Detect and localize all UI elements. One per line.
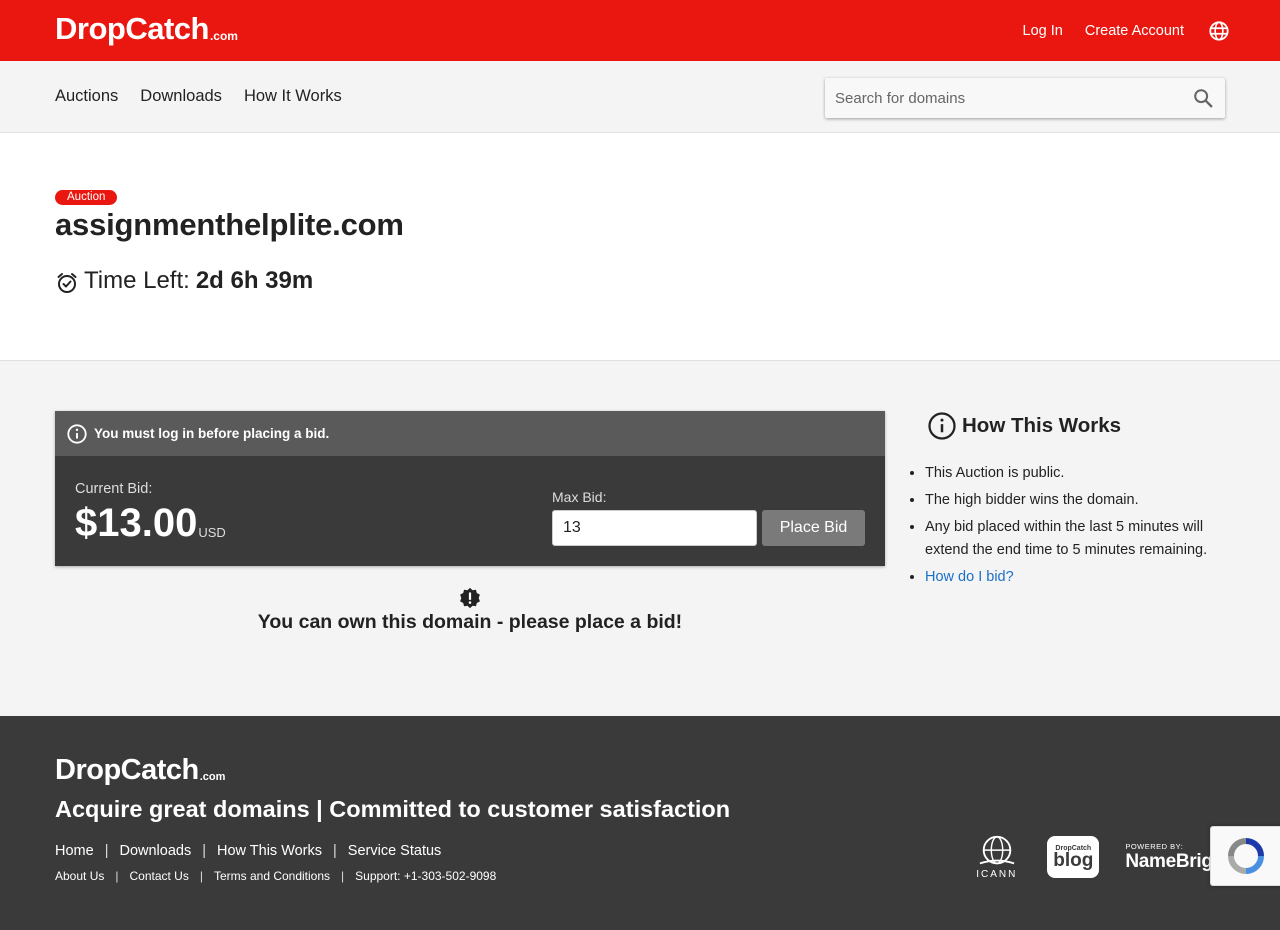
alert-badge-icon xyxy=(459,587,481,609)
footer: DropCatch .com Acquire great domains | C… xyxy=(0,716,1280,930)
time-left-label: Time Left: xyxy=(84,267,190,294)
account-links: Log In Create Account xyxy=(1001,0,1230,61)
logo-suffix-text: .com xyxy=(209,29,238,43)
auction-badge: Auction xyxy=(55,190,118,205)
max-bid-label: Max Bid: xyxy=(552,489,607,505)
search-box xyxy=(825,78,1225,118)
nav-auctions[interactable]: Auctions xyxy=(55,87,118,106)
icann-globe-icon xyxy=(979,835,1015,865)
current-bid-amount: $13.00 USD xyxy=(75,501,226,546)
time-left: Time Left: 2d 6h 39m xyxy=(55,267,313,295)
icann-label: ICANN xyxy=(976,869,1018,880)
divider: | xyxy=(199,869,203,883)
own-domain-text: You can own this domain - please place a… xyxy=(257,611,683,633)
time-left-value: 2d 6h 39m xyxy=(195,267,314,294)
footer-link-downloads[interactable]: Downloads xyxy=(119,843,191,859)
footer-link-service-status[interactable]: Service Status xyxy=(348,843,442,859)
footer-link-support-phone[interactable]: Support: +1-303-502-9098 xyxy=(355,869,496,883)
logo-main-text: DropCatch xyxy=(55,11,209,46)
current-bid-value: $13.00 xyxy=(75,501,198,545)
max-bid-input[interactable] xyxy=(552,510,757,546)
bid-panel: You must log in before placing a bid. Cu… xyxy=(55,411,885,566)
footer-link-home[interactable]: Home xyxy=(55,843,94,859)
auction-header: Auction assignmenthelplite.com Time Left… xyxy=(0,133,1280,361)
info-icon xyxy=(66,423,88,445)
alarm-clock-icon xyxy=(55,271,79,295)
footer-tagline: Acquire great domains | Committed to cus… xyxy=(55,796,731,822)
footer-logo[interactable]: DropCatch .com xyxy=(55,754,225,786)
footer-badges: ICANN DropCatch blog POWERED BY: NameBri… xyxy=(976,834,1230,880)
nav-downloads[interactable]: Downloads xyxy=(140,87,222,106)
footer-logo-suffix: .com xyxy=(199,771,226,783)
footer-links-primary: Home | Downloads | How This Works | Serv… xyxy=(55,843,441,859)
currency-label: USD xyxy=(198,525,226,540)
divider: | xyxy=(333,843,337,859)
divider: | xyxy=(202,843,206,859)
blog-big-text: blog xyxy=(1053,849,1094,871)
list-item: How do I bid? xyxy=(925,566,1235,589)
own-domain-message: You can own this domain - please place a… xyxy=(55,587,885,634)
footer-link-terms[interactable]: Terms and Conditions xyxy=(214,869,330,883)
list-item: Any bid placed within the last 5 minutes… xyxy=(925,516,1235,562)
footer-link-how-this-works[interactable]: How This Works xyxy=(217,843,322,859)
search-icon[interactable] xyxy=(1181,78,1225,118)
domain-title: assignmenthelplite.com xyxy=(55,207,404,242)
place-bid-button[interactable]: Place Bid xyxy=(762,510,865,546)
how-this-works-list: This Auction is public. The high bidder … xyxy=(905,462,1235,589)
how-this-works-title: How This Works xyxy=(962,414,1122,437)
recaptcha-badge[interactable] xyxy=(1210,826,1280,886)
divider: | xyxy=(341,869,345,883)
create-account-link[interactable]: Create Account xyxy=(1085,23,1184,39)
dropcatch-blog-logo[interactable]: DropCatch blog xyxy=(1047,836,1100,878)
divider: | xyxy=(115,869,119,883)
top-bar: DropCatch .com Log In Create Account xyxy=(0,0,1280,61)
info-icon xyxy=(927,411,957,441)
list-item: This Auction is public. xyxy=(925,462,1235,485)
footer-link-about-us[interactable]: About Us xyxy=(55,869,104,883)
footer-links-secondary: About Us | Contact Us | Terms and Condit… xyxy=(55,869,496,883)
nav-how-it-works[interactable]: How It Works xyxy=(244,87,342,106)
login-link[interactable]: Log In xyxy=(1023,23,1063,39)
dropcatch-logo[interactable]: DropCatch .com xyxy=(55,12,238,46)
footer-link-contact-us[interactable]: Contact Us xyxy=(129,869,188,883)
login-required-alert: You must log in before placing a bid. xyxy=(55,411,885,456)
how-this-works-panel: How This Works This Auction is public. T… xyxy=(905,411,1235,593)
globe-icon[interactable] xyxy=(1208,20,1230,42)
login-required-text: You must log in before placing a bid. xyxy=(94,426,330,441)
main-nav: Auctions Downloads How It Works xyxy=(0,61,1280,133)
divider: | xyxy=(104,843,109,859)
recaptcha-icon xyxy=(1227,838,1264,874)
icann-logo[interactable]: ICANN xyxy=(976,834,1017,880)
footer-logo-main: DropCatch xyxy=(55,754,199,786)
list-item: The high bidder wins the domain. xyxy=(925,489,1235,512)
current-bid-label: Current Bid: xyxy=(75,481,153,497)
how-do-i-bid-link[interactable]: How do I bid? xyxy=(925,569,1014,585)
search-input[interactable] xyxy=(825,78,1181,118)
